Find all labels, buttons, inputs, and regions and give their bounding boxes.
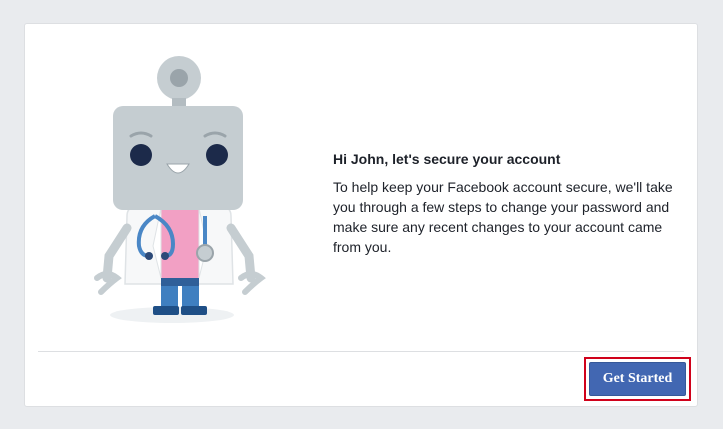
doctor-robot-illustration <box>87 56 277 331</box>
footer-divider <box>38 351 684 352</box>
robot-icon <box>94 56 266 323</box>
get-started-highlight: Get Started <box>584 357 691 401</box>
message-heading: Hi John, let's secure your account <box>333 151 561 167</box>
secure-account-card: Hi John, let's secure your account To he… <box>24 23 698 407</box>
message-body: To help keep your Facebook account secur… <box>333 179 673 255</box>
message-block: Hi John, let's secure your account To he… <box>333 150 685 257</box>
get-started-button[interactable]: Get Started <box>589 362 686 396</box>
